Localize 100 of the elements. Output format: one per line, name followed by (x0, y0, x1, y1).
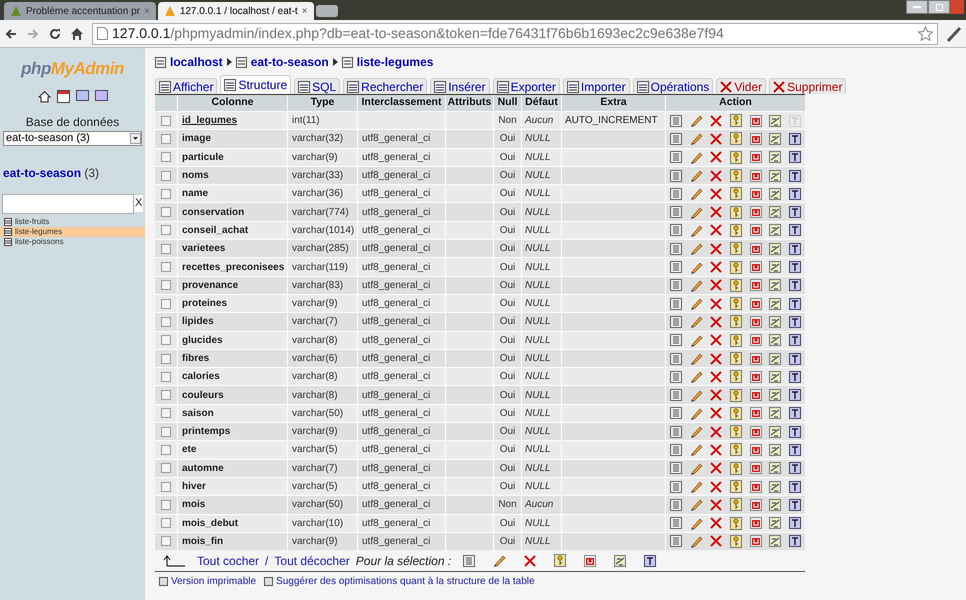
fulltext-icon[interactable] (789, 462, 802, 474)
list-icon[interactable] (670, 389, 682, 402)
index-icon[interactable] (769, 535, 782, 548)
list-icon[interactable] (670, 261, 682, 274)
pencil-icon[interactable] (690, 425, 703, 438)
delete-icon[interactable] (710, 114, 722, 127)
browser-tab[interactable]: Problème accentuation pr × (4, 2, 156, 20)
pencil-icon[interactable] (690, 443, 703, 456)
fulltext-icon[interactable] (789, 370, 802, 383)
pencil-icon[interactable] (690, 498, 703, 512)
pencil-icon[interactable] (690, 206, 703, 219)
row-checkbox[interactable] (161, 354, 171, 364)
unique-icon[interactable] (750, 279, 762, 292)
unique-icon[interactable] (750, 242, 762, 255)
maximize-button[interactable] (928, 0, 950, 14)
index-icon[interactable] (769, 132, 782, 145)
pencil-icon[interactable] (690, 150, 703, 164)
unique-icon[interactable] (750, 426, 762, 438)
pencil-icon[interactable] (690, 224, 703, 237)
row-checkbox[interactable] (161, 500, 171, 510)
tab[interactable]: Supprimer (769, 78, 846, 94)
key-icon[interactable] (730, 150, 742, 164)
list-icon[interactable] (670, 242, 682, 255)
row-checkbox[interactable] (161, 116, 171, 126)
fulltext-icon[interactable] (789, 426, 802, 438)
list-icon[interactable] (670, 462, 682, 474)
bottom-link[interactable]: Version imprimable (171, 574, 256, 589)
home-icon[interactable] (38, 90, 50, 102)
unique-icon[interactable] (750, 498, 762, 511)
index-icon[interactable] (614, 554, 626, 567)
row-checkbox[interactable] (161, 426, 171, 437)
fulltext-icon[interactable] (789, 444, 802, 456)
unique-icon[interactable] (750, 261, 762, 274)
tab[interactable]: Opérations (632, 78, 714, 94)
pencil-icon[interactable] (690, 388, 703, 402)
pencil-icon[interactable] (690, 315, 703, 328)
tab[interactable]: Importer (562, 78, 630, 94)
table-list-item[interactable]: liste-legumes (0, 226, 145, 236)
key-icon[interactable] (730, 334, 742, 347)
index-icon[interactable] (769, 480, 782, 493)
delete-icon[interactable] (710, 352, 722, 364)
delete-icon[interactable] (710, 334, 722, 346)
delete-icon[interactable] (710, 517, 722, 530)
index-icon[interactable] (769, 261, 782, 274)
key-icon[interactable] (730, 443, 742, 456)
unique-icon[interactable] (584, 554, 596, 567)
list-icon[interactable] (670, 170, 682, 182)
fulltext-icon[interactable] (789, 535, 802, 548)
tab[interactable]: Vider (716, 78, 766, 94)
unique-icon[interactable] (750, 114, 762, 127)
unique-icon[interactable] (750, 151, 762, 164)
key-icon[interactable] (730, 462, 742, 475)
list-icon[interactable] (670, 370, 682, 383)
delete-icon[interactable] (710, 316, 722, 328)
key-icon[interactable] (730, 534, 742, 548)
fulltext-icon[interactable] (789, 206, 802, 218)
index-icon[interactable] (769, 462, 782, 474)
unique-icon[interactable] (750, 352, 762, 364)
delete-icon[interactable] (710, 242, 722, 255)
list-icon[interactable] (670, 114, 682, 127)
row-checkbox[interactable] (161, 262, 171, 272)
row-checkbox[interactable] (161, 335, 171, 346)
index-icon[interactable] (769, 334, 782, 346)
pencil-icon[interactable] (690, 534, 703, 548)
list-icon[interactable] (670, 517, 682, 530)
filter-field[interactable] (2, 194, 134, 214)
list-icon[interactable] (670, 279, 682, 292)
pencil-icon[interactable] (690, 114, 703, 128)
pencil-icon[interactable] (690, 278, 703, 292)
delete-icon[interactable] (710, 279, 722, 292)
fulltext-icon[interactable] (789, 517, 802, 530)
index-icon[interactable] (769, 316, 782, 328)
breadcrumb-link[interactable]: localhost (170, 53, 223, 71)
delete-icon[interactable] (710, 462, 722, 474)
unique-icon[interactable] (750, 188, 762, 200)
key-icon[interactable] (730, 224, 742, 237)
pencil-icon[interactable] (690, 480, 703, 494)
pencil-icon[interactable] (690, 370, 703, 384)
row-checkbox[interactable] (161, 244, 171, 254)
unique-icon[interactable] (750, 517, 762, 530)
list-icon[interactable] (670, 480, 682, 493)
unique-icon[interactable] (750, 462, 762, 474)
index-icon[interactable] (769, 444, 782, 456)
delete-icon[interactable] (710, 298, 722, 310)
unique-icon[interactable] (750, 480, 762, 493)
unique-icon[interactable] (750, 224, 762, 236)
tab[interactable]: Rechercher (343, 78, 428, 94)
fulltext-icon[interactable] (789, 188, 802, 200)
fulltext-icon[interactable] (789, 316, 802, 328)
index-icon[interactable] (769, 352, 782, 364)
index-icon[interactable] (769, 426, 782, 438)
delete-icon[interactable] (710, 426, 722, 438)
row-checkbox[interactable] (161, 298, 171, 309)
table-list-item[interactable]: liste-fruits (0, 216, 145, 226)
pencil-icon[interactable] (690, 406, 703, 420)
index-icon[interactable] (769, 279, 782, 292)
row-checkbox[interactable] (161, 316, 171, 327)
table-list-item[interactable]: liste-poissons (0, 236, 145, 246)
fulltext-icon[interactable] (789, 334, 802, 346)
delete-icon[interactable] (710, 370, 722, 383)
